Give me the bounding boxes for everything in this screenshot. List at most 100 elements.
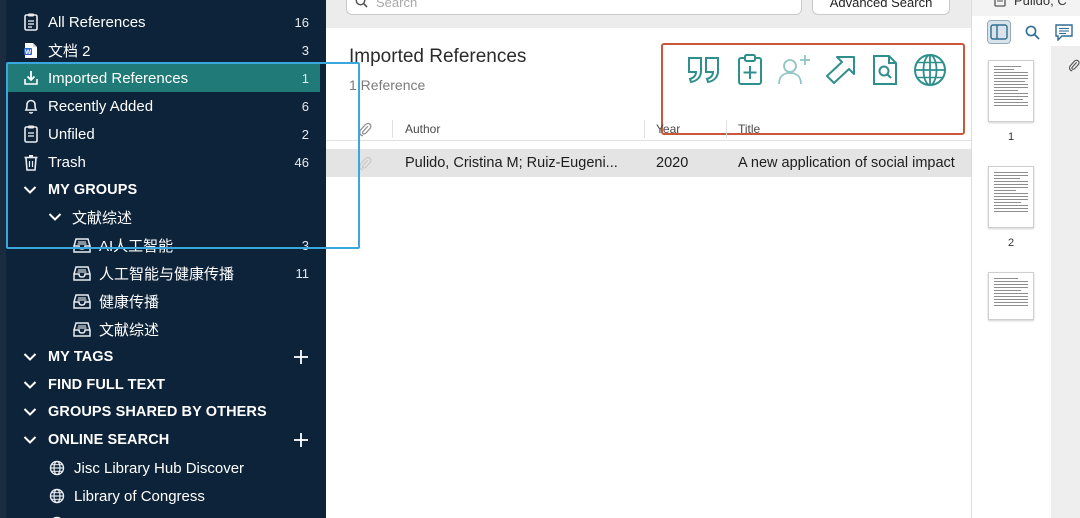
search-input[interactable]: Search: [346, 0, 802, 15]
page-thumbnail[interactable]: [988, 60, 1034, 122]
group-tray-icon: [72, 319, 92, 339]
pdf-tab[interactable]: Pulido, C: [972, 0, 1080, 16]
sidebar-item-label: All References: [48, 13, 146, 31]
sidebar-item-label: 文献综述: [72, 209, 133, 227]
sidebar-item-label: Library of Congress: [74, 487, 205, 505]
sidebar-item-label: 文档 2: [48, 42, 91, 60]
table-header: Author Year Title: [326, 117, 971, 141]
sidebar-item-label: Jisc Library Hub Discover: [74, 459, 245, 477]
document-icon: [994, 0, 1006, 10]
sidebar-toggle-icon[interactable]: [987, 20, 1011, 44]
attachment-icon: [358, 149, 378, 177]
sidebar-item-label: Recently Added: [48, 97, 154, 115]
group-item[interactable]: 健康传播: [6, 287, 320, 315]
online-search-item[interactable]: Library of Congress: [6, 482, 320, 510]
item-count: 6: [301, 98, 309, 114]
section-title: MY GROUPS: [48, 182, 138, 198]
comment-icon[interactable]: [1052, 20, 1076, 44]
sidebar: All References 16 W 文档 2 3 Imported Refe…: [0, 0, 326, 518]
pdf-toolbar: [972, 18, 1080, 46]
item-count: 3: [301, 237, 309, 253]
attachment-icon[interactable]: [358, 117, 378, 141]
sidebar-item-label: Imported References: [48, 69, 189, 87]
group-tray-icon: [72, 263, 92, 283]
section-online-search[interactable]: ONLINE SEARCH: [6, 426, 320, 454]
sidebar-item-all-references[interactable]: All References 16: [6, 8, 320, 36]
sidebar-item-document[interactable]: W 文档 2 3: [6, 36, 320, 64]
add-online-search-icon[interactable]: [292, 431, 310, 449]
sidebar-item-unfiled[interactable]: Unfiled 2: [6, 120, 320, 148]
group-tray-icon: [72, 235, 92, 255]
sidebar-item-recently-added[interactable]: Recently Added 6: [6, 92, 320, 120]
group-item[interactable]: 文献综述: [6, 315, 320, 343]
group-tray-icon: [72, 291, 92, 311]
section-groups-shared[interactable]: GROUPS SHARED BY OTHERS: [6, 398, 320, 426]
clipboard-icon: [21, 124, 41, 144]
trash-icon: [21, 152, 41, 172]
svg-text:W: W: [25, 49, 32, 56]
chevron-down-icon[interactable]: [45, 207, 65, 227]
section-my-groups[interactable]: MY GROUPS: [6, 176, 320, 204]
search-icon[interactable]: [1020, 20, 1044, 44]
reference-count: 1 Reference: [349, 77, 426, 93]
item-count: 11: [295, 265, 310, 281]
page-thumbnail[interactable]: [988, 272, 1034, 320]
item-count: 2: [301, 126, 309, 142]
sidebar-item-label: Trash: [48, 153, 86, 171]
search-placeholder: Search: [376, 0, 418, 10]
page-number: 1: [1007, 131, 1015, 143]
sidebar-item-trash[interactable]: Trash 46: [6, 148, 320, 176]
section-title: FIND FULL TEXT: [48, 377, 166, 393]
item-count: 3: [301, 42, 309, 58]
cell-title: A new application of social impact: [738, 155, 955, 171]
item-count: 16: [294, 14, 309, 30]
globe-icon: [47, 486, 67, 506]
pdf-page-view[interactable]: [1051, 46, 1080, 518]
column-title[interactable]: Title: [738, 117, 760, 141]
bell-icon: [21, 96, 41, 116]
chevron-down-icon[interactable]: [20, 347, 40, 367]
globe-icon: [47, 458, 67, 478]
group-set-item[interactable]: 文献综述: [6, 203, 320, 231]
library-icon: [21, 12, 41, 32]
section-my-tags[interactable]: MY TAGS: [6, 343, 320, 371]
item-count: 1: [301, 70, 309, 86]
sidebar-item-imported-references[interactable]: Imported References 1: [6, 64, 320, 92]
page-thumbnail[interactable]: [988, 166, 1034, 228]
group-item[interactable]: 人工智能与健康传播 11: [6, 259, 320, 287]
chevron-down-icon[interactable]: [20, 180, 40, 200]
column-year[interactable]: Year: [656, 117, 680, 141]
attachment-icon: [1068, 58, 1080, 77]
group-item[interactable]: AI人工智能 3: [6, 231, 320, 259]
pdf-tab-label: Pulido, C: [1014, 0, 1067, 8]
add-tag-icon[interactable]: [292, 348, 310, 366]
main-pane: Search Advanced Search Imported Referenc…: [326, 0, 971, 518]
top-toolbar: Search Advanced Search: [326, 0, 971, 28]
sidebar-item-label: 健康传播: [99, 293, 160, 311]
page-number: 2: [1007, 237, 1015, 249]
search-icon: [355, 0, 368, 11]
sidebar-item-label: Unfiled: [48, 125, 95, 143]
online-search-item[interactable]: Jisc Library Hub Discover: [6, 454, 320, 482]
section-title: ONLINE SEARCH: [48, 432, 170, 448]
chevron-down-icon[interactable]: [20, 430, 40, 450]
advanced-search-button[interactable]: Advanced Search: [812, 0, 950, 15]
page-title: Imported References: [349, 46, 527, 67]
sidebar-item-label: 人工智能与健康传播: [99, 265, 235, 283]
cell-author: Pulido, Cristina M; Ruiz-Eugeni...: [405, 155, 618, 171]
table-row[interactable]: Pulido, Cristina M; Ruiz-Eugeni... 2020 …: [326, 149, 971, 177]
item-count: 46: [294, 154, 309, 170]
pdf-pane: Pulido, C 1 2: [971, 0, 1080, 518]
section-find-full-text[interactable]: FIND FULL TEXT: [6, 371, 320, 399]
chevron-down-icon[interactable]: [20, 375, 40, 395]
section-title: MY TAGS: [48, 349, 114, 365]
word-document-icon: W: [21, 40, 41, 60]
online-search-item-partial[interactable]: [6, 510, 320, 518]
cell-year: 2020: [656, 155, 689, 171]
chevron-down-icon[interactable]: [20, 402, 40, 422]
import-icon: [21, 68, 41, 88]
globe-icon: [47, 514, 67, 518]
sidebar-item-label: AI人工智能: [99, 237, 174, 255]
sidebar-item-label: 文献综述: [99, 321, 160, 339]
column-author[interactable]: Author: [405, 117, 440, 141]
